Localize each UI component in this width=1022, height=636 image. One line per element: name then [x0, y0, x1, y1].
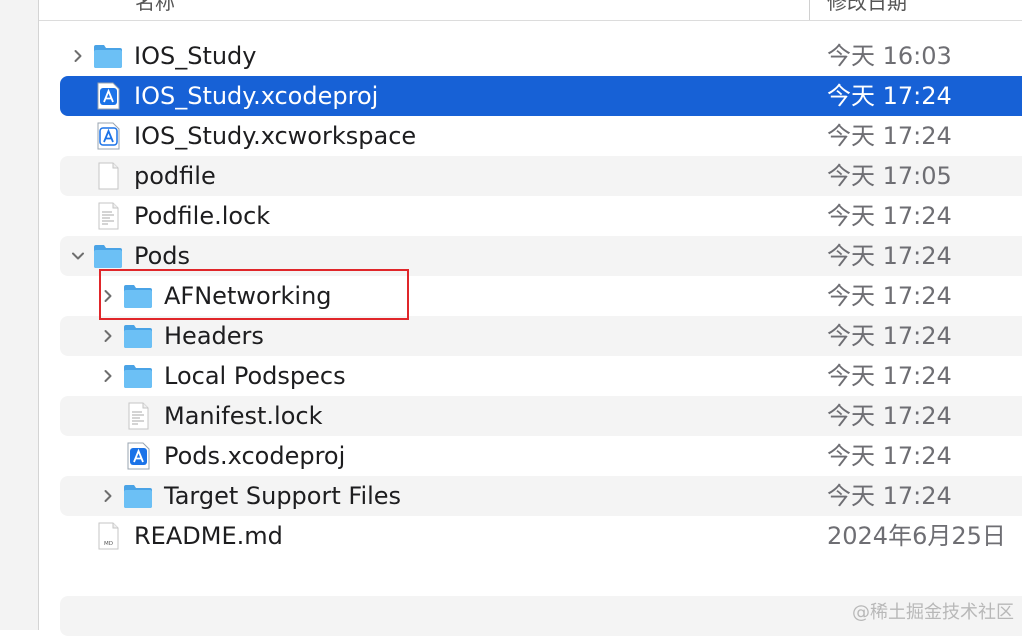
file-name: IOS_Study.xcworkspace — [134, 122, 417, 150]
modified-date: 今天 17:24 — [827, 82, 952, 110]
blank-document-icon — [93, 162, 123, 190]
text-document-icon — [93, 202, 123, 230]
disclosure-expanded-icon[interactable] — [68, 236, 88, 276]
disclosure-collapsed-icon[interactable] — [98, 476, 118, 516]
folder-icon — [123, 322, 153, 350]
file-row[interactable]: Manifest.lock 今天 17:24 — [60, 396, 1022, 436]
annotation-highlight-box — [99, 269, 409, 320]
disclosure-collapsed-icon[interactable] — [98, 316, 118, 356]
file-row[interactable]: Podfile.lock 今天 17:24 — [60, 196, 1022, 236]
folder-icon — [123, 482, 153, 510]
column-header: 名称 ^ 修改日期 — [39, 0, 1022, 21]
file-row[interactable]: IOS_Study 今天 16:03 — [60, 36, 1022, 76]
file-row[interactable]: Target Support Files 今天 17:24 — [60, 476, 1022, 516]
text-document-icon — [123, 402, 153, 430]
markdown-document-icon: MD — [93, 522, 123, 550]
file-name: podfile — [134, 162, 216, 190]
file-name: IOS_Study — [134, 42, 257, 70]
sort-ascending-icon[interactable]: ^ — [777, 0, 792, 11]
column-date-header[interactable]: 修改日期 — [827, 0, 907, 15]
modified-date: 今天 17:24 — [827, 322, 952, 350]
file-name: README.md — [134, 522, 283, 550]
disclosure-collapsed-icon[interactable] — [98, 356, 118, 396]
modified-date: 今天 17:05 — [827, 162, 952, 190]
file-name: IOS_Study.xcodeproj — [134, 82, 379, 110]
folder-icon — [123, 362, 153, 390]
folder-icon — [93, 42, 123, 70]
modified-date: 今天 17:24 — [827, 202, 952, 230]
file-name: Target Support Files — [164, 482, 402, 510]
column-name-header[interactable]: 名称 — [135, 0, 175, 15]
file-name: Pods.xcodeproj — [164, 442, 346, 470]
modified-date: 今天 16:03 — [827, 42, 952, 70]
modified-date: 今天 17:24 — [827, 242, 952, 270]
file-row[interactable]: Local Podspecs 今天 17:24 — [60, 356, 1022, 396]
file-name: Headers — [164, 322, 264, 350]
file-row[interactable]: podfile 今天 17:05 — [60, 156, 1022, 196]
column-divider[interactable] — [809, 0, 810, 20]
file-name: Podfile.lock — [134, 202, 271, 230]
file-row[interactable]: IOS_Study.xcworkspace 今天 17:24 — [60, 116, 1022, 156]
svg-text:MD: MD — [104, 541, 113, 547]
disclosure-collapsed-icon[interactable] — [68, 36, 88, 76]
modified-date: 今天 17:24 — [827, 362, 952, 390]
modified-date: 今天 17:24 — [827, 442, 952, 470]
file-row[interactable]: IOS_Study.xcodeproj 今天 17:24 — [60, 76, 1022, 116]
file-row[interactable]: Headers 今天 17:24 — [60, 316, 1022, 356]
modified-date: 今天 17:24 — [827, 282, 952, 310]
file-name: Manifest.lock — [164, 402, 323, 430]
file-row[interactable]: MD README.md 2024年6月25日 — [60, 516, 1022, 556]
xcode-workspace-icon — [93, 122, 123, 150]
sidebar-edge — [0, 0, 39, 630]
modified-date: 今天 17:24 — [827, 482, 952, 510]
modified-date: 2024年6月25日 — [827, 522, 1006, 550]
watermark: @稀土掘金技术社区 — [852, 602, 1014, 623]
file-list: IOS_Study 今天 16:03 IOS_Study.xcodeproj 今天 1… — [60, 36, 1022, 636]
empty-row — [60, 556, 1022, 596]
modified-date: 今天 17:24 — [827, 402, 952, 430]
modified-date: 今天 17:24 — [827, 122, 952, 150]
xcode-project-icon — [93, 82, 123, 110]
file-row[interactable]: Pods.xcodeproj 今天 17:24 — [60, 436, 1022, 476]
file-name: Local Podspecs — [164, 362, 346, 390]
folder-icon — [93, 242, 123, 270]
xcode-project-icon — [123, 442, 153, 470]
